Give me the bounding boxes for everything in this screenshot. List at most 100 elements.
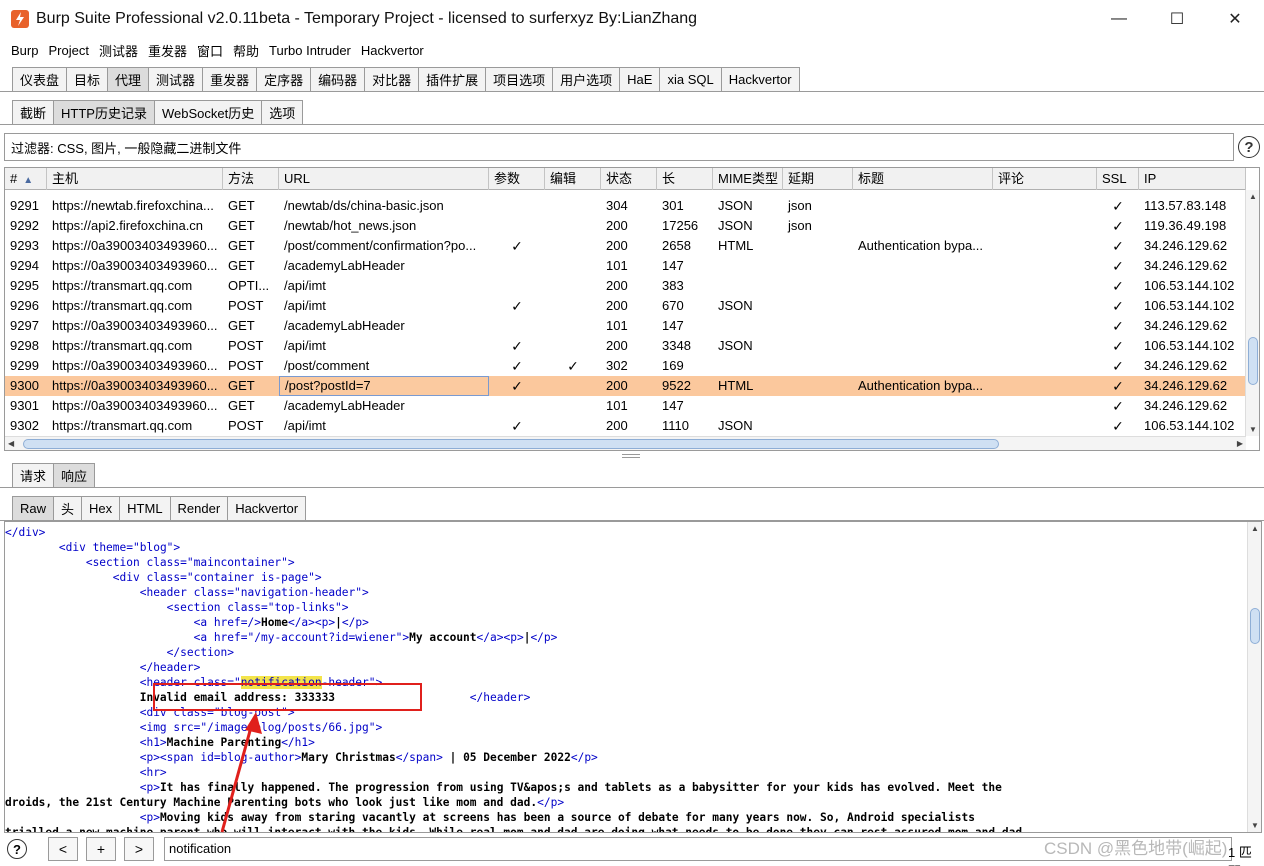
add-search-button[interactable]: + [86,837,116,861]
proxy-tab-1[interactable]: HTTP历史记录 [53,100,155,124]
main-tab-13[interactable]: Hackvertor [720,67,800,91]
main-tab-8[interactable]: 插件扩展 [418,67,487,91]
main-tab-0[interactable]: 仪表盘 [12,67,68,91]
column-header-ssl[interactable]: SSL [1097,168,1139,190]
view-tab-4[interactable]: Render [169,496,229,520]
table-row[interactable]: 9298 https://transmart.qq.com POST/api/imt… [5,336,1246,356]
main-tab-6[interactable]: 编码器 [310,67,366,91]
proxy-tab-0[interactable]: 截断 [12,100,55,124]
menu-project[interactable]: Project [43,43,93,58]
table-row[interactable]: 9296 https://transmart.qq.com POST/api/imt… [5,296,1246,316]
column-header-status[interactable]: 状态 [601,168,657,190]
table-row[interactable]: 9294 https://0a39003403493960... GET/acade… [5,256,1246,276]
column-header-mime[interactable]: MIME类型 [713,168,783,190]
pane-splitter-handle[interactable] [622,454,640,458]
code-token: <a [193,631,214,644]
main-tab-9[interactable]: 项目选项 [485,67,554,91]
next-match-button[interactable]: > [124,837,154,861]
main-tab-1[interactable]: 目标 [66,67,109,91]
message-tab-1[interactable]: 响应 [53,463,96,487]
main-tab-10[interactable]: 用户选项 [552,67,621,91]
cell-ssl: ✓ [1097,276,1139,296]
column-header-ip[interactable]: IP [1139,168,1246,190]
editor-vertical-scrollbar[interactable]: ▲ ▼ [1247,522,1261,832]
menu-intruder[interactable]: 测试器 [94,41,143,60]
table-row[interactable]: 9292 https://api2.firefoxchina.cn GET/newt… [5,216,1246,236]
proxy-tab-bar: 截断 HTTP历史记录 WebSocket历史 选项 [0,100,1264,124]
column-header-url[interactable]: URL [279,168,489,190]
column-header-method[interactable]: 方法 [223,168,279,190]
menu-help[interactable]: 帮助 [228,41,264,60]
column-header-edited[interactable]: 编辑 [545,168,601,190]
column-header-comment[interactable]: 评论 [993,168,1097,190]
maximize-button[interactable]: ☐ [1148,0,1206,38]
question-icon[interactable]: ? [2,837,32,861]
table-hscroll-thumb[interactable] [23,439,999,449]
cell-ssl: ✓ [1097,296,1139,316]
menu-burp[interactable]: Burp [6,43,43,58]
code-token: <img [139,721,174,734]
cell-method: GET [228,318,255,333]
response-editor[interactable]: </div> <div theme="blog"> <section class… [4,521,1262,833]
cell-edited [545,296,601,316]
message-tab-0[interactable]: 请求 [12,463,55,487]
filter-text: 过滤器: CSS, 图片, 一般隐藏二进制文件 [11,140,242,156]
scroll-down-icon[interactable]: ▼ [1249,425,1257,434]
main-tab-3[interactable]: 测试器 [148,67,204,91]
main-tab-4[interactable]: 重发器 [202,67,258,91]
table-row[interactable]: 9293 https://0a39003403493960... GET/post/… [5,236,1246,256]
view-tab-5[interactable]: Hackvertor [227,496,307,520]
main-tab-bar: 仪表盘 目标 代理 测试器 重发器 定序器 编码器 对比器 插件扩展 项目选项 用户选项 HaE xia… [0,67,1264,91]
table-row[interactable]: 9302 https://transmart.qq.com POST/api/imt… [5,416,1246,436]
column-header-length[interactable]: 长 [657,168,713,190]
close-button[interactable]: ✕ [1206,0,1264,38]
scroll-right-icon[interactable]: ▶ [1237,439,1243,448]
cell-ext [783,336,853,356]
filter-bar[interactable]: 过滤器: CSS, 图片, 一般隐藏二进制文件 [4,133,1234,161]
proxy-tab-3[interactable]: 选项 [261,100,304,124]
view-tab-3[interactable]: HTML [119,496,171,520]
table-row[interactable]: 9297 https://0a39003403493960... GET/acade… [5,316,1246,336]
scroll-up-icon[interactable]: ▲ [1249,192,1257,201]
cell-comment [993,376,1097,396]
table-row[interactable]: 9299 https://0a39003403493960... POST/post… [5,356,1246,376]
view-tab-0[interactable]: Raw [12,496,55,520]
main-tab-11[interactable]: HaE [619,67,661,91]
checkmark-icon: ✓ [511,358,523,374]
menu-hackvertor[interactable]: Hackvertor [356,43,429,58]
main-tab-12[interactable]: xia SQL [659,67,722,91]
editor-scroll-down-icon[interactable]: ▼ [1251,821,1259,830]
column-header-num[interactable]: # ▲ [5,168,47,190]
editor-vscroll-thumb[interactable] [1250,608,1260,644]
previous-match-button[interactable]: < [48,837,78,861]
cell-params [489,256,545,276]
column-header-ext[interactable]: 延期 [783,168,853,190]
menu-repeater[interactable]: 重发器 [143,41,192,60]
table-row[interactable]: 9291 https://newtab.firefoxchina... GET/ne… [5,196,1246,216]
main-tab-5[interactable]: 定序器 [256,67,312,91]
cell-num: 9295 [10,278,39,293]
column-header-title[interactable]: 标题 [853,168,993,190]
table-row[interactable]: 9301 https://0a39003403493960... GET/acade… [5,396,1246,416]
table-vscroll-thumb[interactable] [1248,337,1258,385]
table-row[interactable]: 9295 https://transmart.qq.com OPTI... /api/… [5,276,1246,296]
table-horizontal-scrollbar[interactable]: ◀ ▶ [5,436,1246,450]
column-header-host[interactable]: 主机 [47,168,223,190]
column-header-params[interactable]: 参数 [489,168,545,190]
view-tab-2[interactable]: Hex [81,496,121,520]
proxy-tab-2[interactable]: WebSocket历史 [153,100,263,124]
cell-host: https://transmart.qq.com [52,418,193,433]
menu-window[interactable]: 窗口 [192,41,228,60]
main-tab-7[interactable]: 对比器 [364,67,420,91]
table-vertical-scrollbar[interactable]: ▲ ▼ [1245,190,1259,436]
code-token: <p> [139,811,160,824]
view-tab-1[interactable]: 头 [53,496,83,520]
help-icon[interactable]: ? [1238,136,1260,158]
table-row[interactable]: 9300 https://0a39003403493960... GET/post?… [5,376,1246,396]
scroll-left-icon[interactable]: ◀ [8,439,14,448]
main-tab-2[interactable]: 代理 [107,67,150,91]
editor-scroll-up-icon[interactable]: ▲ [1251,524,1259,533]
cell-url: /post/comment/confirmation?po... [284,238,477,253]
menu-turbo-intruder[interactable]: Turbo Intruder [264,43,356,58]
minimize-button[interactable]: — [1090,0,1148,38]
